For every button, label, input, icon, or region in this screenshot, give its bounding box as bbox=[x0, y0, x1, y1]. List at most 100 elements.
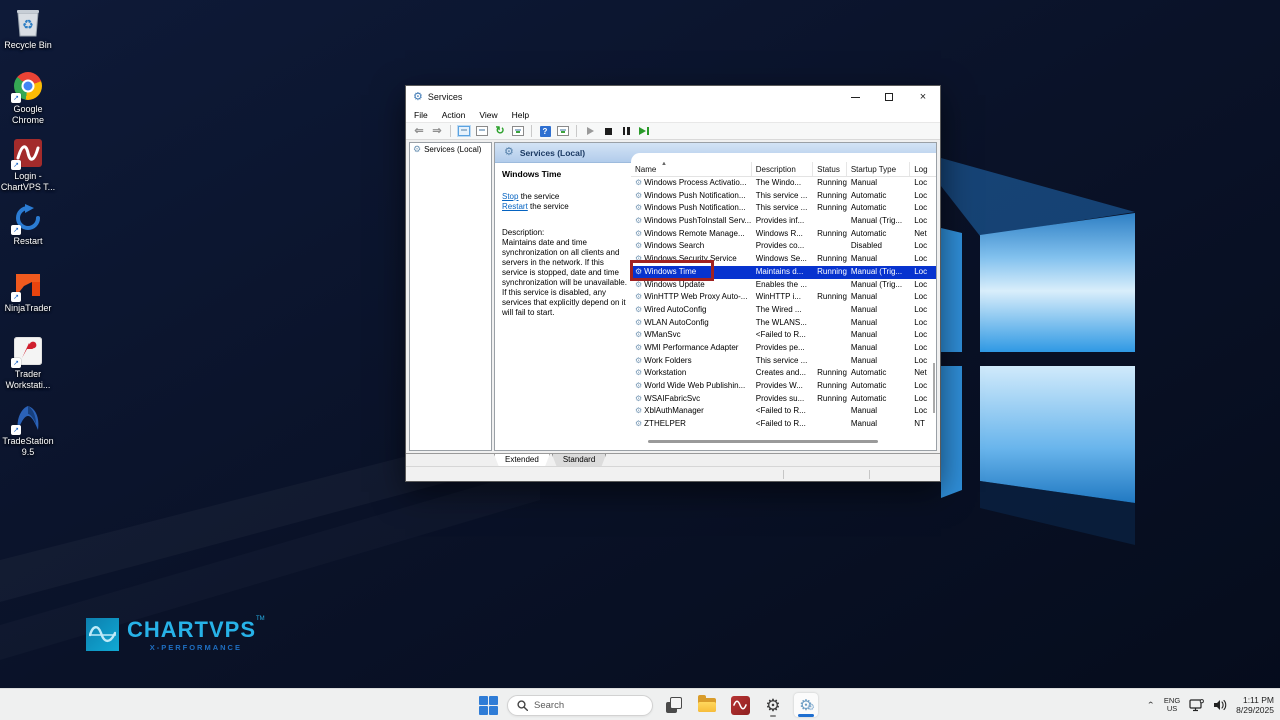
service-logon-cell: Loc bbox=[910, 253, 936, 266]
menu-file[interactable]: File bbox=[414, 110, 428, 120]
service-logon-cell: Loc bbox=[910, 215, 936, 228]
shortcut-arrow-icon: ↗ bbox=[11, 160, 21, 170]
shortcut-arrow-icon: ↗ bbox=[11, 292, 21, 302]
service-row[interactable]: ⚙Windows Push Notification...This servic… bbox=[631, 190, 936, 203]
desktop-icon-ninjatrader[interactable]: ↗ NinjaTrader bbox=[0, 269, 56, 314]
desktop-icon-google-chrome[interactable]: ↗ Google Chrome bbox=[0, 70, 56, 126]
service-row[interactable]: ⚙WinHTTP Web Proxy Auto-...WinHTTP i...R… bbox=[631, 291, 936, 304]
properties-button[interactable] bbox=[556, 124, 570, 138]
language-switcher[interactable]: ENG US bbox=[1164, 697, 1180, 713]
start-service-button[interactable] bbox=[583, 124, 597, 138]
shortcut-arrow-icon: ↗ bbox=[11, 358, 21, 368]
horizontal-scrollbar[interactable] bbox=[648, 440, 878, 443]
volume-icon[interactable] bbox=[1213, 699, 1227, 711]
service-name-cell: ⚙World Wide Web Publishin... bbox=[631, 380, 752, 393]
hidden-icons-chevron[interactable]: ⌃ bbox=[1147, 701, 1155, 710]
service-logon-cell: Net bbox=[910, 228, 936, 241]
file-explorer-button[interactable] bbox=[695, 693, 719, 717]
service-startup-cell: Automatic bbox=[847, 367, 910, 380]
service-row[interactable]: ⚙World Wide Web Publishin...Provides W..… bbox=[631, 380, 936, 393]
service-gear-icon: ⚙ bbox=[635, 305, 642, 314]
service-logon-cell: Loc bbox=[910, 190, 936, 203]
service-status-cell bbox=[813, 304, 847, 317]
service-desc-cell: Enables the ... bbox=[752, 279, 813, 292]
service-row[interactable]: ⚙Windows Push Notification...This servic… bbox=[631, 202, 936, 215]
desktop-icon-recycle-bin[interactable]: ♻ Recycle Bin bbox=[0, 6, 56, 51]
service-row[interactable]: ⚙Wired AutoConfigThe Wired ...ManualLoc bbox=[631, 304, 936, 317]
service-gear-icon: ⚙ bbox=[635, 343, 642, 352]
menu-view[interactable]: View bbox=[479, 110, 497, 120]
service-logon-cell: Loc bbox=[910, 266, 936, 279]
properties-icon bbox=[557, 126, 569, 136]
menu-help[interactable]: Help bbox=[512, 110, 529, 120]
column-header-startup-type[interactable]: Startup Type bbox=[847, 162, 910, 176]
chartvps-app-button[interactable] bbox=[728, 693, 752, 717]
service-name-cell: ⚙Work Folders bbox=[631, 355, 752, 368]
task-view-button[interactable] bbox=[662, 693, 686, 717]
start-button[interactable] bbox=[479, 696, 498, 715]
service-gear-icon: ⚙ bbox=[635, 216, 642, 225]
maximize-button[interactable] bbox=[872, 86, 906, 108]
service-row[interactable]: ⚙WManSvc<Failed to R...ManualLoc bbox=[631, 329, 936, 342]
service-row[interactable]: ⚙Windows PushToInstall Serv...Provides i… bbox=[631, 215, 936, 228]
column-header-status[interactable]: Status bbox=[813, 162, 847, 176]
service-row[interactable]: ⚙ZTHELPER<Failed to R...ManualNT bbox=[631, 418, 936, 431]
back-button[interactable]: ⇐ bbox=[412, 124, 426, 138]
desktop-icon-login-chartvps[interactable]: ↗ Login - ChartVPS T... bbox=[0, 137, 56, 193]
service-row[interactable]: ⚙Windows Process Activatio...The Windo..… bbox=[631, 177, 936, 190]
stop-service-link[interactable]: Stop bbox=[502, 192, 518, 201]
menu-action[interactable]: Action bbox=[442, 110, 466, 120]
service-row[interactable]: ⚙Work FoldersThis service ...ManualLoc bbox=[631, 355, 936, 368]
services-taskbar-button[interactable]: ⚙ ⚙ bbox=[794, 693, 818, 717]
clock[interactable]: 1:11 PM 8/29/2025 bbox=[1236, 695, 1274, 715]
column-header-description[interactable]: Description bbox=[752, 162, 813, 176]
chartvps-app-icon bbox=[731, 696, 750, 715]
export-list-icon bbox=[476, 126, 488, 136]
refresh-button[interactable]: ↻ bbox=[493, 124, 507, 138]
service-gear-icon: ⚙ bbox=[635, 191, 642, 200]
pause-service-button[interactable] bbox=[619, 124, 633, 138]
service-status-cell: Running bbox=[813, 393, 847, 406]
service-row[interactable]: ⚙Windows SearchProvides co...DisabledLoc bbox=[631, 240, 936, 253]
restart-service-button[interactable] bbox=[637, 124, 651, 138]
tree-item-services-local[interactable]: ⚙ Services (Local) bbox=[413, 145, 491, 154]
services-window: ⚙ Services × File Action View Help ⇐ ⇒ ↻… bbox=[405, 85, 941, 482]
service-row[interactable]: ⚙WMI Performance AdapterProvides pe...Ma… bbox=[631, 342, 936, 355]
service-status-cell: Running bbox=[813, 190, 847, 203]
settings-button[interactable]: ⚙ bbox=[761, 693, 785, 717]
help-button[interactable]: ? bbox=[538, 124, 552, 138]
service-row[interactable]: ⚙WLAN AutoConfigThe WLANS...ManualLoc bbox=[631, 317, 936, 330]
desktop-icon-tradestation[interactable]: ↗ TradeStation 9.5 bbox=[0, 402, 56, 458]
close-button[interactable]: × bbox=[906, 86, 940, 108]
restart-icon: ↗ bbox=[12, 202, 44, 234]
service-row[interactable]: ⚙Windows Remote Manage...Windows R...Run… bbox=[631, 228, 936, 241]
window-titlebar[interactable]: ⚙ Services × bbox=[406, 86, 940, 108]
service-status-cell: Running bbox=[813, 253, 847, 266]
service-row[interactable]: ⚙WorkstationCreates and...RunningAutomat… bbox=[631, 367, 936, 380]
service-row[interactable]: ⚙XblAuthManager<Failed to R...ManualLoc bbox=[631, 405, 936, 418]
taskbar-search-input[interactable]: Search bbox=[507, 695, 653, 716]
network-icon[interactable] bbox=[1189, 699, 1204, 712]
stop-service-button[interactable] bbox=[601, 124, 615, 138]
service-status-cell: Running bbox=[813, 266, 847, 279]
export-list-button[interactable] bbox=[475, 124, 489, 138]
desktop-icon-trader-workstation[interactable]: ↗ Trader Workstati... bbox=[0, 335, 56, 391]
column-header-name[interactable]: ▲Name bbox=[631, 162, 752, 176]
show-console-tree-button[interactable] bbox=[457, 124, 471, 138]
desktop-icon-label: Google Chrome bbox=[12, 104, 44, 126]
desktop-icon-label: Recycle Bin bbox=[4, 40, 52, 51]
restart-service-link[interactable]: Restart bbox=[502, 202, 528, 211]
service-logon-cell: Loc bbox=[910, 279, 936, 292]
forward-button[interactable]: ⇒ bbox=[430, 124, 444, 138]
desktop-icon-restart[interactable]: ↗ Restart bbox=[0, 202, 56, 247]
minimize-button[interactable] bbox=[838, 86, 872, 108]
service-gear-icon: ⚙ bbox=[635, 229, 642, 238]
vertical-scrollbar[interactable] bbox=[933, 363, 936, 413]
column-header-log-on-as[interactable]: Log bbox=[910, 162, 936, 176]
export-button[interactable] bbox=[511, 124, 525, 138]
service-gear-icon: ⚙ bbox=[635, 394, 642, 403]
service-desc-cell: <Failed to R... bbox=[752, 329, 813, 342]
service-row[interactable]: ⚙WSAIFabricSvcProvides su...RunningAutom… bbox=[631, 393, 936, 406]
service-gear-icon: ⚙ bbox=[635, 241, 642, 250]
service-status-cell bbox=[813, 215, 847, 228]
